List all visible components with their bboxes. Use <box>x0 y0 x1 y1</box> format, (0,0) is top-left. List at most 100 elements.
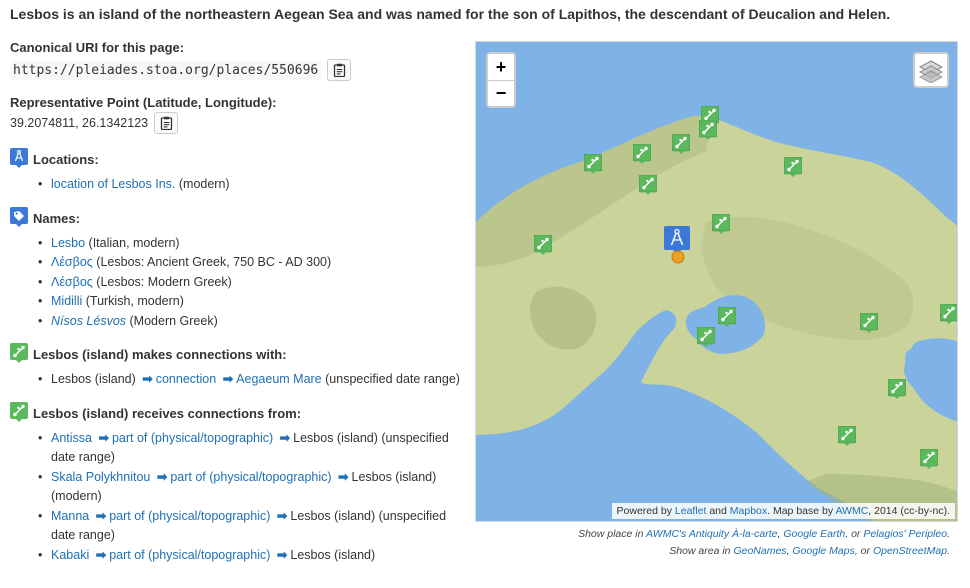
connection-relation-link[interactable]: part of (physical/topographic) <box>109 548 270 562</box>
map-attribution: Powered by Leaflet and Mapbox. Map base … <box>611 503 955 519</box>
connection-marker-icon[interactable] <box>718 307 736 327</box>
connection-marker-icon[interactable] <box>940 304 958 324</box>
receives-list: Antissa ➡part of (physical/topographic) … <box>38 429 470 566</box>
location-qualifier: (modern) <box>178 177 230 191</box>
geonames-link[interactable]: GeoNames <box>733 545 786 557</box>
location-link[interactable]: location of Lesbos Ins. <box>51 177 175 191</box>
clipboard-icon <box>160 116 172 130</box>
makes-heading-row: Lesbos (island) makes connections with: <box>10 343 470 367</box>
makes-connections-section: Lesbos (island) makes connections with: … <box>10 343 470 390</box>
connection-relation-link[interactable]: part of (physical/topographic) <box>170 470 331 484</box>
canonical-uri-row: https://pleiades.stoa.org/places/550696 <box>10 59 470 81</box>
connection-marker-icon[interactable] <box>672 134 690 154</box>
connection-relation-link[interactable]: part of (physical/topographic) <box>109 509 270 523</box>
mapbox-link[interactable]: Mapbox <box>730 505 767 517</box>
arrow-right-icon: ➡ <box>276 508 288 523</box>
attribution-and: and <box>706 505 730 517</box>
zoom-control: + − <box>486 52 516 108</box>
connection-marker-icon[interactable] <box>534 235 552 255</box>
connection-subject-link[interactable]: Skala Polykhnitou <box>51 470 150 484</box>
connection-relation-link[interactable]: connection <box>156 372 216 386</box>
representative-point-marker[interactable] <box>671 250 685 264</box>
connection-marker-icon[interactable] <box>584 154 602 174</box>
connection-marker-icon[interactable] <box>633 144 651 164</box>
connection-marker-icon[interactable] <box>712 214 730 234</box>
connection-object: Lesbos (island) <box>293 430 378 445</box>
period: . <box>947 528 950 540</box>
google-earth-link[interactable]: Google Earth <box>783 528 845 540</box>
connection-subject-link[interactable]: Manna <box>51 509 89 523</box>
connection-marker-icon[interactable] <box>888 379 906 399</box>
makes-list: Lesbos (island) ➡connection ➡Aegaeum Mar… <box>38 370 470 390</box>
connection-subject-link[interactable]: Kabaki <box>51 548 89 562</box>
name-link[interactable]: Lesbo <box>51 236 85 250</box>
attribution-base: . Map base by <box>767 505 836 517</box>
receives-connections-section: Lesbos (island) receives connections fro… <box>10 401 470 566</box>
connection-marker-icon[interactable] <box>860 313 878 333</box>
receives-heading: Lesbos (island) receives connections fro… <box>33 405 302 421</box>
copy-point-button[interactable] <box>154 112 179 134</box>
layers-icon <box>918 60 944 83</box>
separator: , or <box>845 528 864 540</box>
show-area-line: Show area in GeoNames, Google Maps, or O… <box>510 545 950 557</box>
connection-object: Lesbos (island) <box>290 508 376 523</box>
connection-marker-icon[interactable] <box>639 175 657 195</box>
arrow-right-icon: ➡ <box>222 372 234 386</box>
connection-marker-icon[interactable] <box>784 157 802 177</box>
connection-subject: Lesbos (island) <box>51 372 136 386</box>
compass-icon <box>10 148 28 168</box>
connection-relation-link[interactable]: part of (physical/topographic) <box>112 431 273 445</box>
awmc-link[interactable]: AWMC <box>835 505 868 517</box>
attribution-prefix: Powered by <box>616 505 675 517</box>
show-area-prefix: Show area in <box>669 545 734 557</box>
locations-heading: Locations: <box>33 152 99 167</box>
separator: , or <box>854 545 873 557</box>
names-section: Names: Lesbo (Italian, modern) Λέσβος (L… <box>10 206 470 332</box>
name-link[interactable]: Λέσβος <box>51 275 93 289</box>
clipboard-icon <box>333 63 345 77</box>
leaflet-link[interactable]: Leaflet <box>675 505 707 517</box>
connection-marker-icon[interactable] <box>699 120 717 140</box>
zoom-in-button[interactable]: + <box>488 54 514 80</box>
arrow-right-icon: ➡ <box>98 430 109 445</box>
zoom-out-button[interactable]: − <box>488 80 514 106</box>
arrow-right-icon: ➡ <box>95 508 107 523</box>
map-panel[interactable]: + − Powered by Leaflet and Mapbox. Map b… <box>475 41 958 522</box>
copy-uri-button[interactable] <box>327 59 352 81</box>
list-item: Nísos Lésvos (Modern Greek) <box>38 312 470 332</box>
arrow-right-icon: ➡ <box>276 547 288 562</box>
arrow-right-icon: ➡ <box>338 469 349 484</box>
connection-object: Lesbos (island) <box>290 547 376 562</box>
list-item: Kabaki ➡part of (physical/topographic) ➡… <box>38 546 470 566</box>
list-item: Antissa ➡part of (physical/topographic) … <box>38 429 470 468</box>
name-link[interactable]: Λέσβος <box>51 255 93 269</box>
pelagios-link[interactable]: Pelagios' Peripleo <box>863 528 947 540</box>
list-item: Lesbo (Italian, modern) <box>38 234 470 254</box>
place-description: Lesbos is an island of the northeastern … <box>10 6 891 22</box>
layers-button[interactable] <box>913 52 949 88</box>
arrow-right-icon: ➡ <box>279 430 291 445</box>
name-link[interactable]: Midilli <box>51 294 82 308</box>
google-maps-link[interactable]: Google Maps <box>792 545 854 557</box>
names-list: Lesbo (Italian, modern) Λέσβος (Lesbos: … <box>38 234 470 332</box>
locations-section: Locations: location of Lesbos Ins. (mode… <box>10 148 470 195</box>
attribution-suffix: , 2014 (cc-by-nc). <box>868 505 950 517</box>
name-qualifier: (Lesbos: Modern Greek) <box>96 274 232 289</box>
repr-point-row: 39.2074811, 26.1342123 <box>10 112 470 134</box>
locations-heading-row: Locations: <box>10 148 470 172</box>
name-link[interactable]: Nísos Lésvos <box>51 314 126 328</box>
show-place-line: Show place in AWMC's Antiquity À-la-cart… <box>510 528 950 540</box>
connection-marker-icon[interactable] <box>838 426 856 446</box>
connection-object-link[interactable]: Aegaeum Mare <box>236 372 321 386</box>
connection-marker-icon[interactable] <box>920 449 938 469</box>
connection-marker-icon[interactable] <box>697 327 715 347</box>
connection-date: (unspecified date range) <box>325 372 460 386</box>
canonical-uri-value[interactable]: https://pleiades.stoa.org/places/550696 <box>10 60 322 80</box>
arrow-right-icon: ➡ <box>156 469 168 484</box>
awmc-alacarte-link[interactable]: AWMC's Antiquity À-la-carte <box>646 528 778 540</box>
openstreetmap-link[interactable]: OpenStreetMap <box>873 545 947 557</box>
names-heading-row: Names: <box>10 206 470 231</box>
connection-subject-link[interactable]: Antissa <box>51 431 92 445</box>
list-item: Lesbos (island) ➡connection ➡Aegaeum Mar… <box>38 370 470 390</box>
repr-point-label: Representative Point (Latitude, Longitud… <box>10 95 277 110</box>
